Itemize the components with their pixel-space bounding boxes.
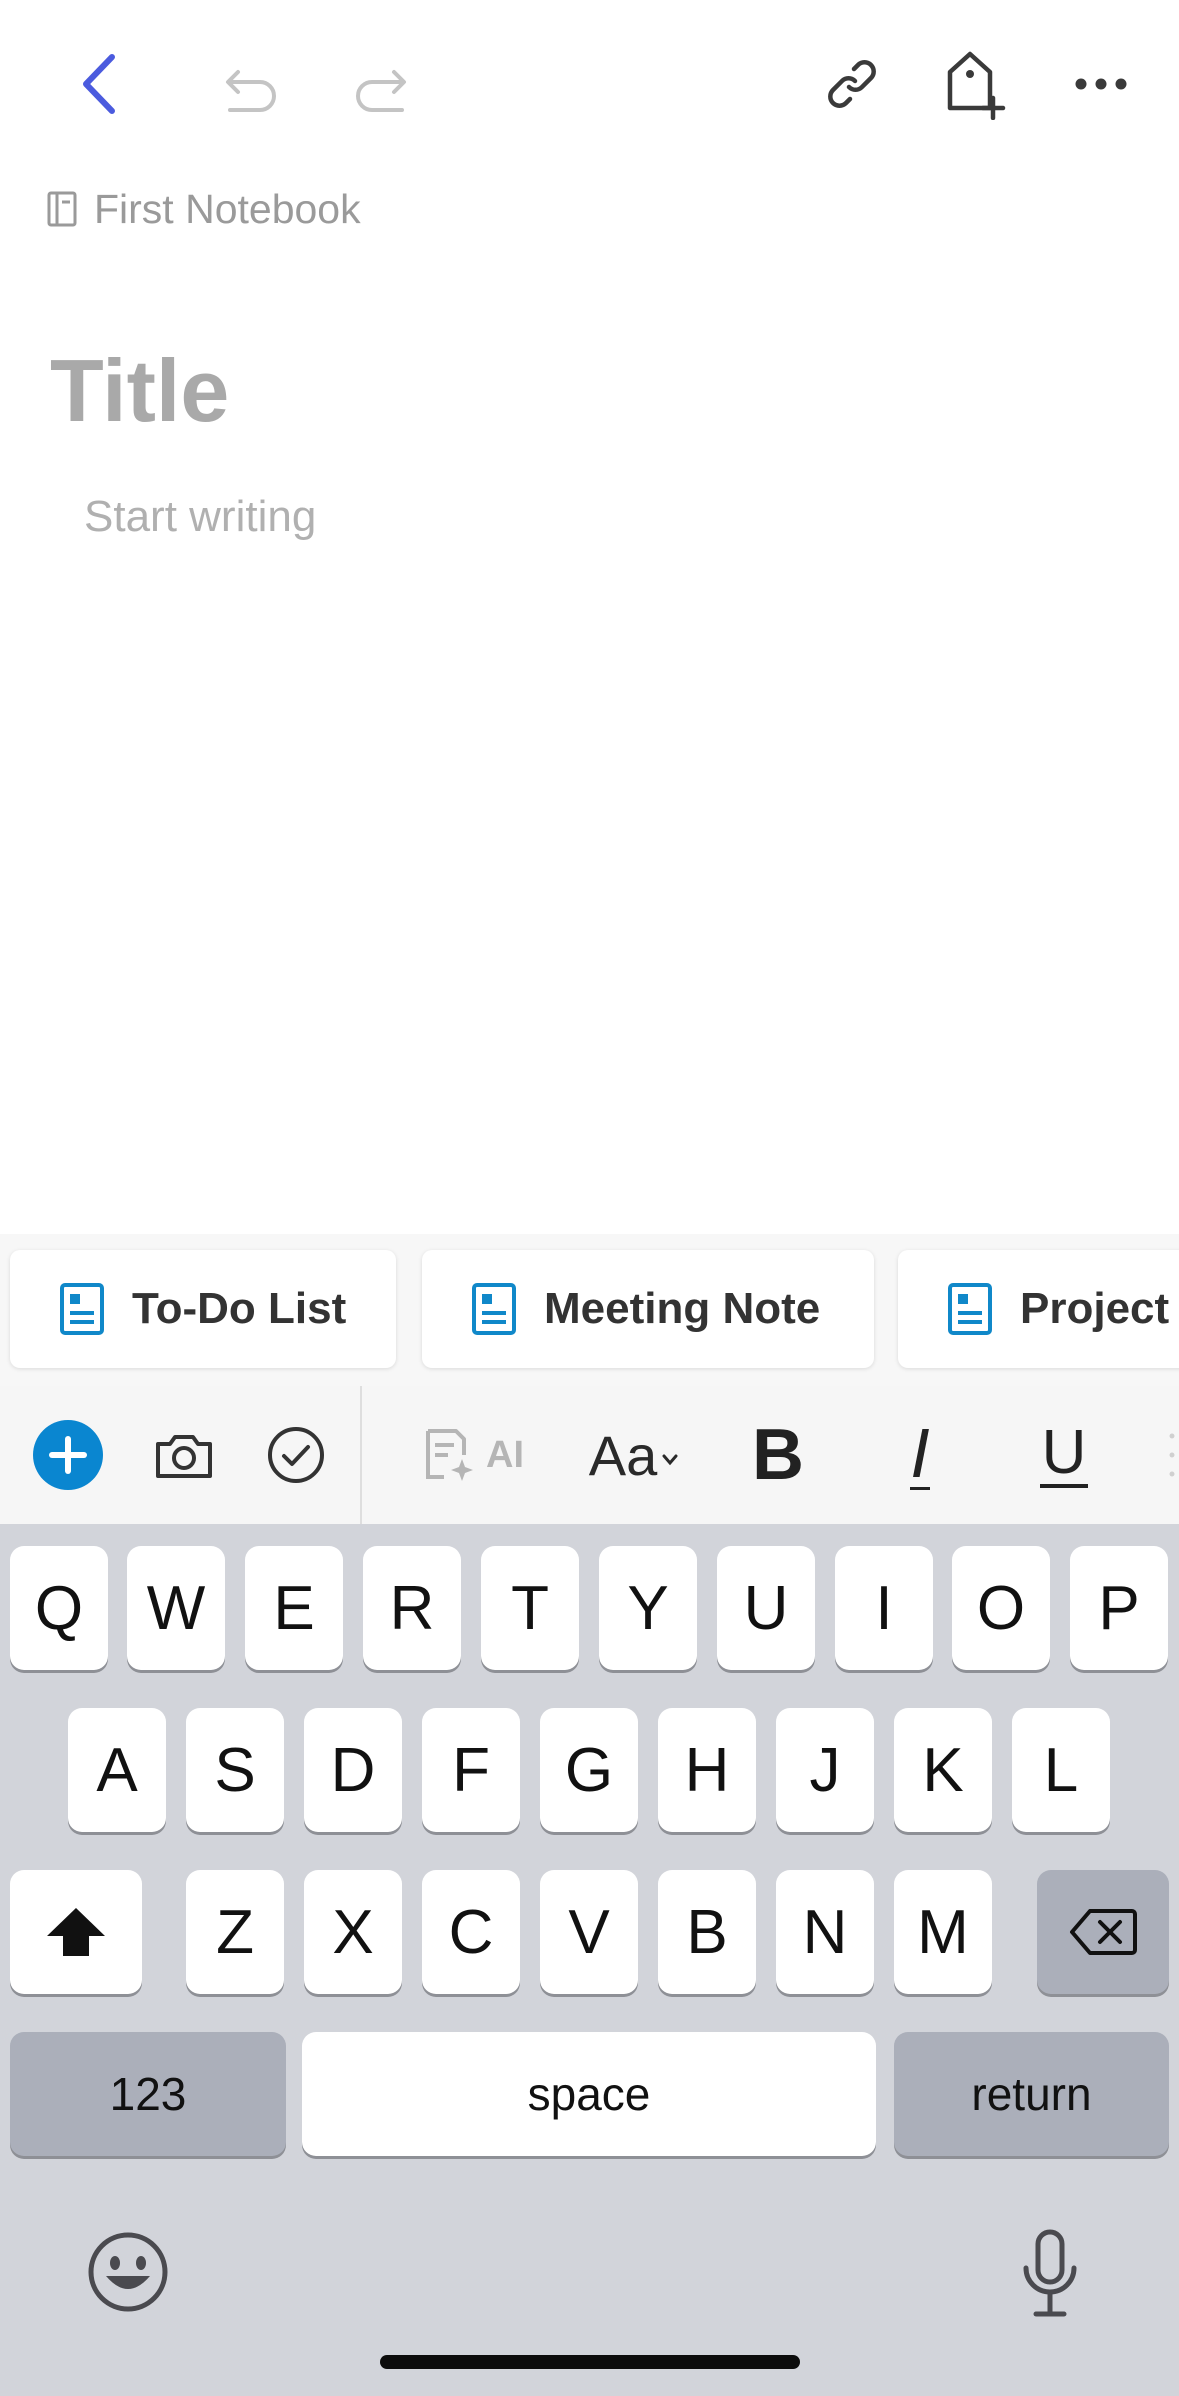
redo-icon — [356, 70, 406, 112]
numbers-key[interactable]: 123 — [10, 2032, 286, 2156]
italic-label: I — [910, 1414, 930, 1493]
shift-key[interactable] — [10, 1870, 142, 1994]
key-a[interactable]: A — [68, 1708, 166, 1832]
underline-button[interactable]: U — [1024, 1386, 1104, 1524]
camera-button[interactable] — [142, 1386, 226, 1524]
drag-dots-icon — [1169, 1433, 1174, 1477]
key-u[interactable]: U — [717, 1546, 815, 1670]
key-b[interactable]: B — [658, 1870, 756, 1994]
key-l[interactable]: L — [1012, 1708, 1110, 1832]
back-button[interactable] — [62, 44, 134, 124]
backspace-icon — [1070, 1909, 1137, 1955]
delete-key[interactable] — [1037, 1870, 1169, 1994]
emoji-button[interactable] — [80, 2224, 176, 2320]
back-chevron-icon — [83, 54, 115, 114]
space-key[interactable]: space — [302, 2032, 876, 2156]
checkbox-button[interactable] — [254, 1386, 338, 1524]
more-icon — [1075, 78, 1127, 90]
check-circle-icon — [268, 1427, 324, 1483]
key-v[interactable]: V — [540, 1870, 638, 1994]
key-c[interactable]: C — [422, 1870, 520, 1994]
emoji-icon — [88, 2232, 168, 2312]
key-p[interactable]: P — [1070, 1546, 1168, 1670]
notebook-selector[interactable]: First Notebook — [46, 182, 361, 236]
template-label: Project — [1020, 1284, 1170, 1333]
chevron-down-icon — [662, 1454, 678, 1466]
redo-button[interactable] — [340, 44, 420, 124]
add-button[interactable] — [28, 1386, 108, 1524]
key-q[interactable]: Q — [10, 1546, 108, 1670]
key-i[interactable]: I — [835, 1546, 933, 1670]
keyboard: Q W E R T Y U I O P A S D F G H J K L Z … — [0, 1524, 1179, 2396]
key-n[interactable]: N — [776, 1870, 874, 1994]
template-chip-todo[interactable]: To-Do List — [10, 1250, 396, 1368]
key-w[interactable]: W — [127, 1546, 225, 1670]
ai-label: AI — [486, 1433, 524, 1476]
microphone-icon — [1023, 2229, 1077, 2317]
toolbar-divider — [360, 1386, 362, 1524]
key-j[interactable]: J — [776, 1708, 874, 1832]
key-m[interactable]: M — [894, 1870, 992, 1994]
text-style-label: Aa — [588, 1423, 658, 1487]
camera-icon — [156, 1435, 212, 1478]
key-t[interactable]: T — [481, 1546, 579, 1670]
key-x[interactable]: X — [304, 1870, 402, 1994]
undo-button[interactable] — [212, 44, 292, 124]
template-doc-icon — [60, 1283, 104, 1335]
ai-button[interactable]: AI — [410, 1386, 534, 1524]
tag-add-icon — [947, 51, 1006, 120]
add-tag-button[interactable] — [930, 40, 1020, 128]
bold-button[interactable]: B — [738, 1386, 818, 1524]
link-button[interactable] — [810, 44, 894, 124]
template-chip-project[interactable]: Project — [898, 1250, 1179, 1368]
note-title-input[interactable]: Title — [50, 340, 229, 442]
template-label: To-Do List — [132, 1284, 347, 1333]
key-z[interactable]: Z — [186, 1870, 284, 1994]
template-doc-icon — [472, 1283, 516, 1335]
key-h[interactable]: H — [658, 1708, 756, 1832]
underline-label: U — [1039, 1418, 1089, 1488]
format-toolbar: AI Aa B I U — [0, 1386, 1179, 1524]
ai-sparkle-icon — [426, 1429, 473, 1481]
key-g[interactable]: G — [540, 1708, 638, 1832]
note-body-input[interactable]: Start writing — [84, 492, 316, 542]
text-style-button[interactable]: Aa — [582, 1386, 686, 1524]
return-key[interactable]: return — [894, 2032, 1169, 2156]
dictation-button[interactable] — [1002, 2224, 1098, 2324]
key-d[interactable]: D — [304, 1708, 402, 1832]
home-indicator — [380, 2355, 800, 2369]
key-y[interactable]: Y — [599, 1546, 697, 1670]
key-s[interactable]: S — [186, 1708, 284, 1832]
template-chip-meeting[interactable]: Meeting Note — [422, 1250, 874, 1368]
key-e[interactable]: E — [245, 1546, 343, 1670]
link-icon — [828, 60, 876, 108]
template-bar: To-Do List Meeting Note Project — [0, 1234, 1179, 1386]
bold-label: B — [752, 1415, 804, 1495]
plus-circle-icon — [33, 1420, 103, 1490]
italic-button[interactable]: I — [882, 1386, 958, 1524]
key-k[interactable]: K — [894, 1708, 992, 1832]
more-button[interactable] — [1060, 44, 1142, 124]
template-doc-icon — [948, 1283, 992, 1335]
notebook-icon — [47, 191, 77, 227]
undo-icon — [226, 70, 276, 112]
shift-arrow-icon — [47, 1908, 105, 1956]
top-bar — [0, 0, 1179, 170]
key-o[interactable]: O — [952, 1546, 1050, 1670]
toolbar-overflow-handle[interactable] — [1164, 1386, 1179, 1524]
key-r[interactable]: R — [363, 1546, 461, 1670]
notebook-label: First Notebook — [94, 185, 361, 232]
key-f[interactable]: F — [422, 1708, 520, 1832]
template-label: Meeting Note — [544, 1284, 821, 1333]
